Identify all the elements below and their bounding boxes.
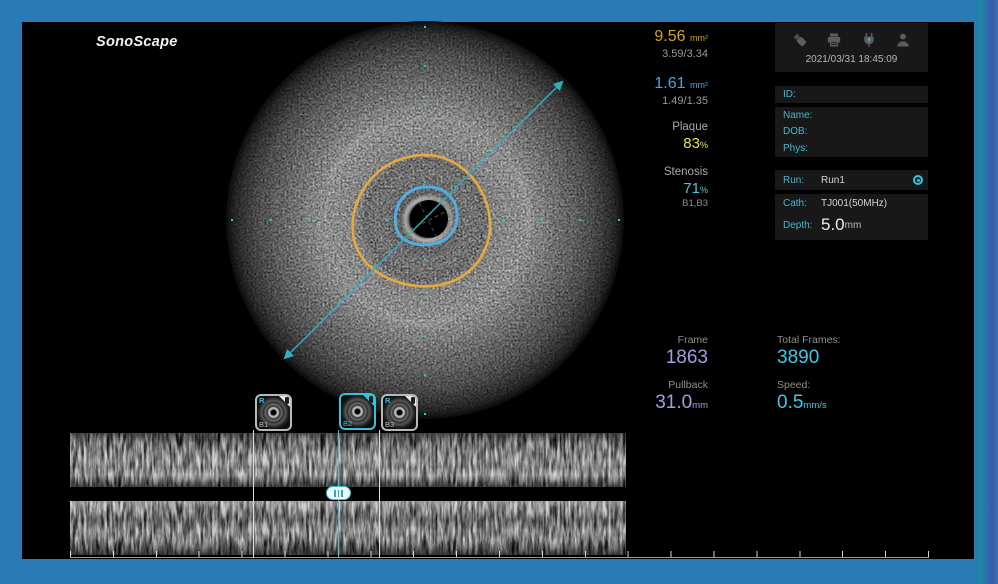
reference-flag: R bbox=[259, 396, 264, 405]
speed-value: 0.5mm/s bbox=[777, 392, 937, 414]
catheter-shadow bbox=[410, 200, 448, 238]
window-border-accent bbox=[972, 0, 998, 584]
toolbar-panel: 2021/03/31 18:45:09 bbox=[775, 23, 928, 72]
plaque-label: Plaque bbox=[580, 121, 708, 133]
lumen-diameters: 1.49/1.35 bbox=[580, 95, 708, 107]
plaque-value: 83% bbox=[580, 135, 708, 152]
cath-label: Cath: bbox=[783, 198, 821, 209]
bookmark-label: B1 bbox=[259, 420, 268, 429]
run-value: Run1 bbox=[821, 175, 845, 186]
ivus-tomographic-view[interactable] bbox=[225, 20, 625, 420]
vessel-diameters: 3.59/3.34 bbox=[580, 48, 708, 60]
printer-icon[interactable] bbox=[825, 32, 843, 48]
app-window: SonoScape bbox=[0, 0, 998, 584]
patient-info-panel: Name: DOB: Phys: bbox=[775, 107, 928, 157]
depth-label: Depth: bbox=[783, 220, 821, 231]
pullback-ruler bbox=[70, 550, 929, 558]
bookmark-thumbnail-b1[interactable]: R B1 bbox=[255, 394, 292, 431]
longitudinal-view-upper[interactable] bbox=[70, 433, 626, 487]
run-info-icon[interactable] bbox=[913, 175, 923, 185]
usb-icon[interactable] bbox=[791, 32, 809, 48]
pullback-label: Pullback bbox=[580, 379, 708, 391]
bookmark-corner-icon bbox=[362, 394, 375, 407]
main-screen: SonoScape bbox=[22, 22, 974, 559]
ruler-ticks bbox=[70, 551, 929, 557]
stenosis-label: Stenosis bbox=[580, 166, 708, 178]
patient-id-panel: ID: bbox=[775, 86, 928, 103]
phys-label: Phys: bbox=[783, 143, 821, 154]
id-label: ID: bbox=[783, 89, 821, 100]
total-frames-value: 3890 bbox=[777, 347, 937, 369]
brand-logo: SonoScape bbox=[96, 34, 178, 50]
bookmark-corner-icon bbox=[404, 395, 417, 408]
vessel-area-value: 9.56 mm² bbox=[580, 28, 708, 46]
lumen-area-value: 1.61 mm² bbox=[580, 75, 708, 93]
datetime-display: 2021/03/31 18:45:09 bbox=[775, 54, 928, 65]
echo-bands bbox=[70, 501, 626, 555]
bookmark-b1-marker-line bbox=[253, 430, 254, 558]
reference-flag: R bbox=[385, 396, 390, 405]
dob-label: DOB: bbox=[783, 126, 821, 137]
ivus-image-canvas bbox=[225, 20, 625, 420]
bookmark-b3-marker-line bbox=[379, 430, 380, 558]
run-selector-panel[interactable]: Run: Run1 bbox=[775, 170, 928, 190]
longitudinal-view-lower[interactable] bbox=[70, 501, 626, 555]
frame-info-right: Total Frames: 3890 Speed: 0.5mm/s bbox=[777, 334, 937, 424]
depth-value: 5.0 bbox=[821, 215, 845, 235]
bookmark-label: B3 bbox=[385, 420, 394, 429]
name-label: Name: bbox=[783, 110, 821, 121]
bookmark-thumbnail-b3[interactable]: R B3 bbox=[381, 394, 418, 431]
pullback-value: 31.0mm bbox=[580, 392, 708, 414]
bookmark-thumbnail-b2[interactable]: B2 bbox=[339, 393, 376, 430]
frame-label: Frame bbox=[580, 334, 708, 346]
toolbar-icon-row bbox=[775, 23, 928, 53]
measurement-readouts: 9.56 mm² 3.59/3.34 1.61 mm² 1.49/1.35 Pl… bbox=[580, 26, 708, 209]
power-plug-icon[interactable] bbox=[860, 32, 878, 48]
bookmark-label: B2 bbox=[343, 419, 352, 428]
catheter-panel: Cath: TJ001(50MHz) Depth: 5.0mm bbox=[775, 194, 928, 240]
cath-value: TJ001(50MHz) bbox=[821, 198, 887, 209]
run-label: Run: bbox=[783, 175, 821, 186]
total-frames-label: Total Frames: bbox=[777, 334, 937, 346]
frame-slider-handle[interactable] bbox=[326, 486, 351, 500]
depth-unit: mm bbox=[845, 220, 862, 231]
speed-label: Speed: bbox=[777, 379, 937, 391]
echo-bands bbox=[70, 433, 626, 487]
frame-info-left: Frame 1863 Pullback 31.0mm bbox=[580, 334, 708, 424]
user-icon[interactable] bbox=[894, 32, 912, 48]
stenosis-reference-bookmarks: B1,B3 bbox=[580, 198, 708, 209]
frame-value: 1863 bbox=[580, 347, 708, 369]
stenosis-value: 71% bbox=[580, 180, 708, 197]
bookmark-corner-icon bbox=[278, 395, 291, 408]
